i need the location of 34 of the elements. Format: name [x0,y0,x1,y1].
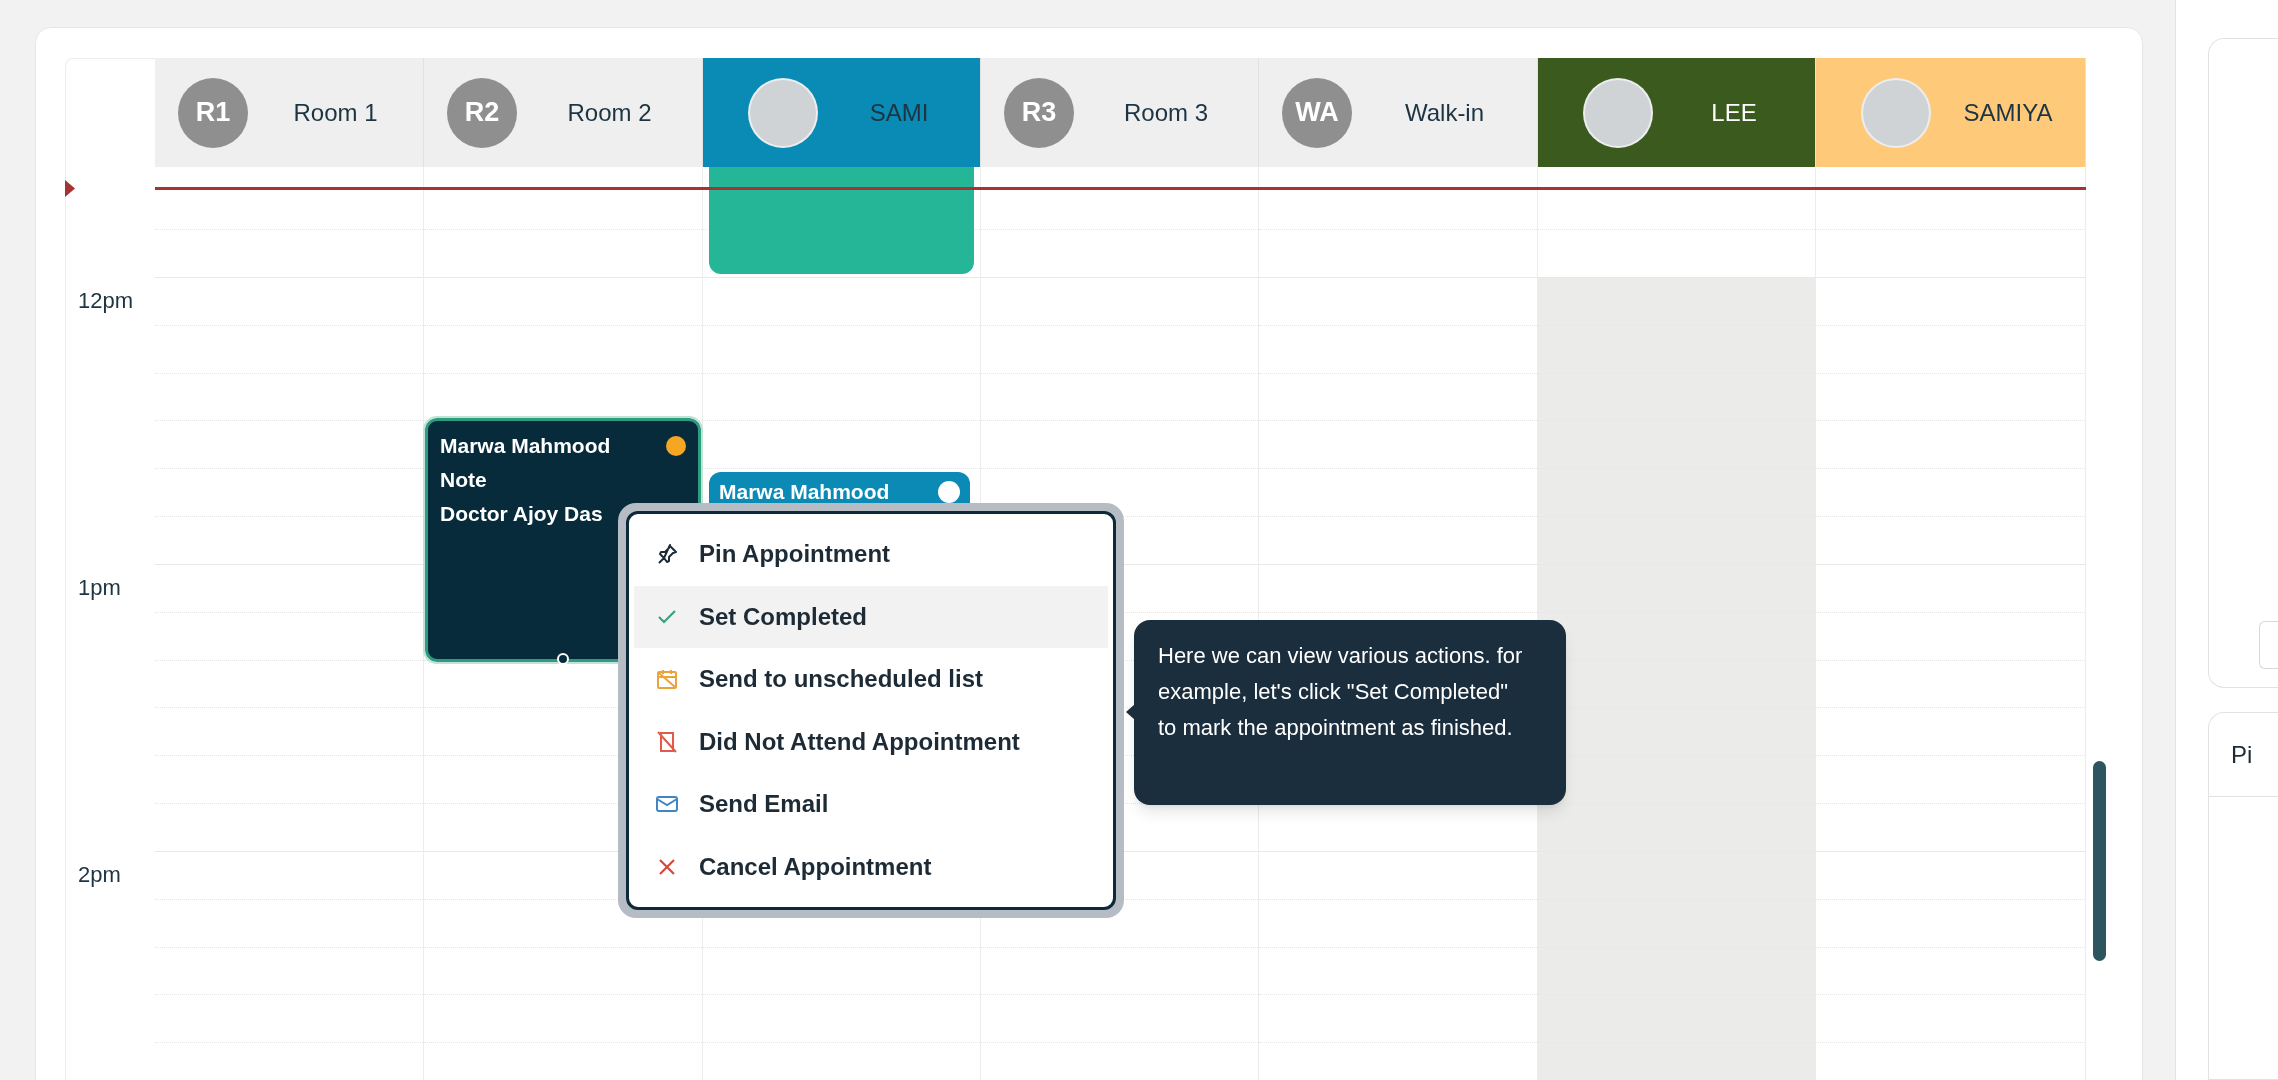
resource-header[interactable]: WA Walk-in [1259,58,1538,167]
resource-name: Room 2 [566,97,653,128]
calendar-off-icon [655,667,679,692]
resource-header[interactable]: R2 Room 2 [424,58,703,167]
patient-name: Marwa Mahmood [719,479,890,505]
resource-header[interactable]: LEE [1538,58,1816,167]
time-label: 12pm [78,288,134,313]
resource-name: SAMIYA [1962,97,2054,128]
resize-handle[interactable] [557,653,569,665]
resource-name: SAMI [868,97,930,128]
resource-name: Walk-in [1403,97,1486,128]
resource-name: LEE [1710,97,1758,128]
menu-item[interactable]: Set Completed [634,585,1108,648]
initials-avatar: R3 [1004,77,1074,148]
resource-name: Room 3 [1122,97,1209,128]
no-attend-icon [655,729,679,754]
appointment-detail: Doctor Ajoy Das [440,501,604,527]
resource-header[interactable]: SAMIYA [1816,58,2086,167]
patient-name: Marwa Mahmood [440,433,611,459]
current-time-marker-icon [65,180,75,197]
appointment-block[interactable] [709,167,974,274]
initials-avatar: WA [1282,77,1352,148]
scrollbar-thumb[interactable] [2093,761,2106,961]
initials-avatar: R1 [178,77,248,148]
card-title: Pi [2231,739,2253,770]
resource-header[interactable]: R3 Room 3 [981,58,1259,167]
tooltip-text: Here we can view various actions. for example, let's click "Set Completed" to mark the appointment as finished. [1158,643,1523,740]
appointment-detail: Note [440,467,488,493]
resource-header[interactable]: R1 Room 1 [155,58,424,167]
time-label: 2pm [78,862,121,887]
initials-avatar: R2 [447,77,517,148]
input-field[interactable] [2259,621,2278,669]
resource-name: Room 1 [292,97,379,128]
time-label: 1pm [78,575,121,600]
